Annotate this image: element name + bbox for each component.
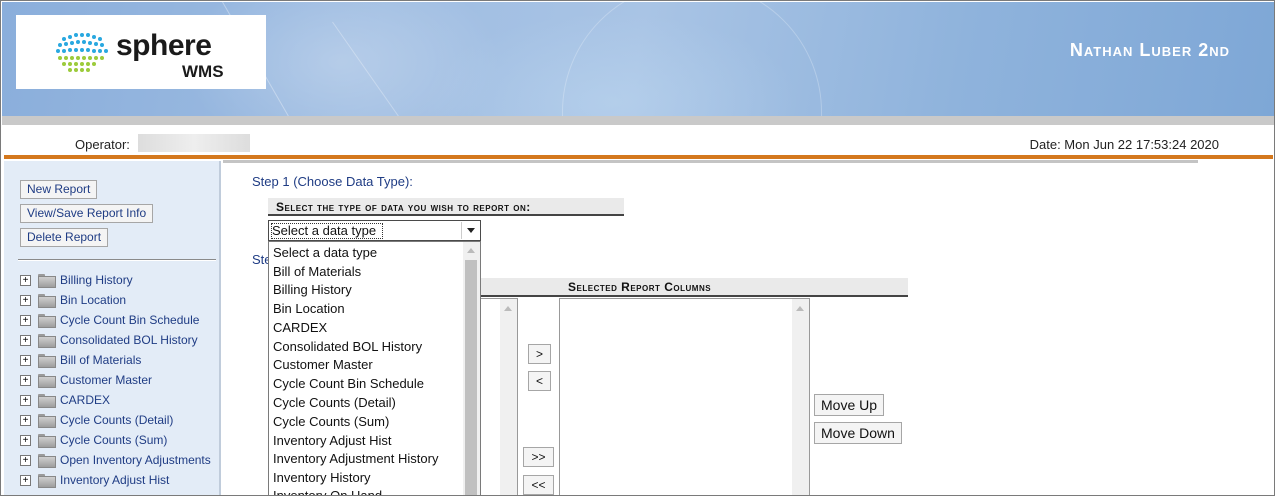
tree-item-customer-master[interactable]: + Customer Master: [20, 371, 152, 389]
tree-item-bin-location[interactable]: + Bin Location: [20, 291, 126, 309]
dropdown-option[interactable]: Cycle Counts (Sum): [273, 414, 389, 429]
operator-bar: Operator: Date: Mon Jun 22 17:53:24 2020: [2, 125, 1274, 155]
tree-item-cycle-counts-sum[interactable]: + Cycle Counts (Sum): [20, 431, 167, 449]
dropdown-option[interactable]: Inventory History: [273, 470, 371, 485]
dropdown-option[interactable]: Inventory Adjustment History: [273, 451, 438, 466]
expand-icon[interactable]: +: [20, 334, 31, 346]
delete-report-button[interactable]: Delete Report: [20, 228, 109, 247]
selected-columns-list[interactable]: [559, 298, 810, 495]
data-type-header: Select the type of data you wish to repo…: [268, 198, 624, 216]
expand-icon[interactable]: +: [20, 434, 31, 446]
scrollbar-thumb[interactable]: [465, 260, 477, 495]
folder-icon: [38, 334, 56, 348]
expand-icon[interactable]: +: [20, 274, 31, 286]
header-divider: [2, 116, 1274, 125]
tree-item-cycle-count-bin-schedule[interactable]: + Cycle Count Bin Schedule: [20, 311, 199, 329]
date-display: Date: Mon Jun 22 17:53:24 2020: [1029, 137, 1219, 152]
selected-columns-title: Selected Report Columns: [568, 280, 712, 294]
dropdown-scrollbar[interactable]: [463, 242, 480, 495]
data-type-select[interactable]: Select a data type: [268, 220, 481, 241]
dropdown-option[interactable]: Select a data type: [273, 245, 377, 260]
company-name: Nathan Luber 2nd: [1069, 40, 1230, 60]
tree-item-consolidated-bol-history[interactable]: + Consolidated BOL History: [20, 331, 198, 349]
folder-icon: [38, 434, 56, 448]
sidebar-separator: [18, 259, 216, 261]
expand-icon[interactable]: +: [20, 474, 31, 486]
add-all-columns-button[interactable]: >>: [523, 447, 554, 467]
header-banner: sphere WMS Nathan Luber 2nd: [2, 2, 1274, 116]
folder-icon: [38, 294, 56, 308]
dropdown-option[interactable]: Billing History: [273, 282, 352, 297]
chevron-down-icon[interactable]: [461, 222, 479, 239]
folder-icon: [38, 274, 56, 288]
logo: sphere WMS: [16, 15, 266, 89]
app-window: sphere WMS Nathan Luber 2nd Operator: Da…: [0, 0, 1275, 496]
view-save-report-info-button[interactable]: View/Save Report Info: [20, 204, 154, 223]
tree-item-cycle-counts-detail[interactable]: + Cycle Counts (Detail): [20, 411, 173, 429]
sidebar: New Report View/Save Report Info Delete …: [4, 161, 221, 495]
folder-icon: [38, 354, 56, 368]
folder-icon: [38, 374, 56, 388]
tree-item-open-inventory-adjustments[interactable]: + Open Inventory Adjustments: [20, 451, 211, 469]
dropdown-option[interactable]: Bill of Materials: [273, 264, 361, 279]
expand-icon[interactable]: +: [20, 394, 31, 406]
folder-icon: [38, 454, 56, 468]
operator-label: Operator:: [75, 137, 130, 152]
folder-icon: [38, 314, 56, 328]
expand-icon[interactable]: +: [20, 374, 31, 386]
scrollbar[interactable]: [792, 299, 809, 495]
step1-label: Step 1 (Choose Data Type):: [252, 174, 413, 189]
available-columns-list[interactable]: [481, 298, 518, 495]
dropdown-option[interactable]: Inventory Adjust Hist: [273, 433, 392, 448]
tree-item-billing-history[interactable]: + Billing History: [20, 271, 133, 289]
folder-icon: [38, 394, 56, 408]
logo-subtext: WMS: [182, 62, 224, 81]
dropdown-option[interactable]: Cycle Counts (Detail): [273, 395, 396, 410]
selected-columns-header: Selected Report Columns: [481, 278, 908, 297]
content-divider: [223, 160, 1198, 163]
dropdown-option[interactable]: Customer Master: [273, 357, 373, 372]
orange-divider: [4, 155, 1273, 159]
dropdown-option[interactable]: Consolidated BOL History: [273, 339, 422, 354]
expand-icon[interactable]: +: [20, 294, 31, 306]
scrollbar[interactable]: [500, 299, 517, 495]
dropdown-option[interactable]: Inventory On Hand: [273, 488, 382, 495]
expand-icon[interactable]: +: [20, 314, 31, 326]
folder-icon: [38, 474, 56, 488]
tree-item-cardex[interactable]: + CARDEX: [20, 391, 110, 409]
data-type-select-value: Select a data type: [272, 223, 377, 238]
expand-icon[interactable]: +: [20, 414, 31, 426]
folder-icon: [38, 414, 56, 428]
dropdown-option[interactable]: Cycle Count Bin Schedule: [273, 376, 424, 391]
new-report-button[interactable]: New Report: [20, 180, 98, 199]
expand-icon[interactable]: +: [20, 354, 31, 366]
add-column-button[interactable]: >: [528, 344, 551, 364]
move-up-button[interactable]: Move Up: [814, 394, 885, 416]
move-down-button[interactable]: Move Down: [814, 422, 902, 444]
operator-name-redacted: [138, 134, 250, 152]
remove-all-columns-button[interactable]: <<: [523, 475, 554, 495]
dropdown-option[interactable]: CARDEX: [273, 320, 327, 335]
expand-icon[interactable]: +: [20, 454, 31, 466]
sphere-globe-icon: [56, 33, 108, 72]
tree-item-bill-of-materials[interactable]: + Bill of Materials: [20, 351, 141, 369]
scroll-up-icon[interactable]: [467, 248, 475, 253]
remove-column-button[interactable]: <: [528, 371, 551, 391]
dropdown-option[interactable]: Bin Location: [273, 301, 345, 316]
tree-item-inventory-adjust-hist[interactable]: + Inventory Adjust Hist: [20, 471, 169, 489]
logo-text: sphere: [116, 29, 212, 62]
data-type-dropdown[interactable]: Select a data type Bill of Materials Bil…: [268, 241, 481, 495]
